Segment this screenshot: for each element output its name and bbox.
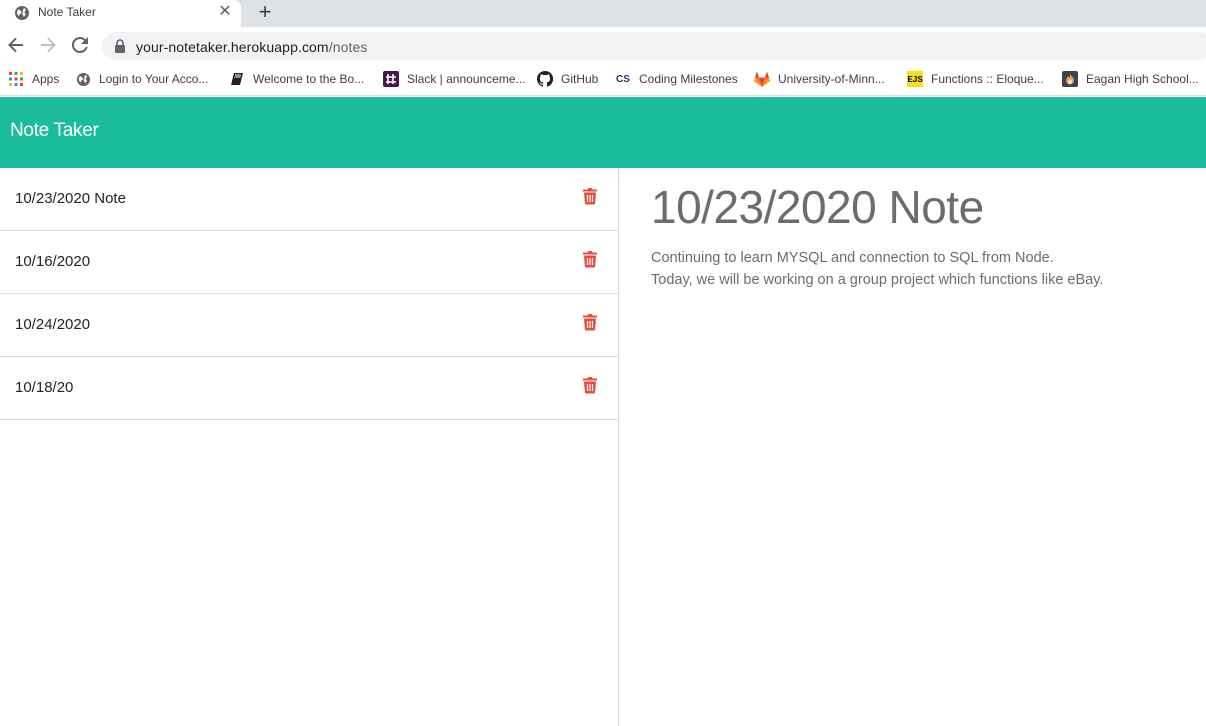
bookmark-label: Eagan High School... [1086, 72, 1199, 86]
trash-icon[interactable] [582, 313, 598, 331]
arrow-left-icon[interactable] [6, 35, 26, 55]
tab-title: Note Taker [38, 5, 96, 19]
url-host: your-notetaker.herokuapp.com [136, 39, 329, 55]
url-path: /notes [328, 39, 368, 55]
close-icon[interactable]: ✕ [216, 3, 234, 21]
browser-tab[interactable]: Note Taker ✕ [0, 0, 241, 27]
note-list-item[interactable]: 10/23/2020 Note [0, 168, 618, 231]
address-bar[interactable]: your-notetaker.herokuapp.com/notes [102, 32, 1206, 60]
note-list: 10/23/2020 Note 10/16/2020 10/24/2020 10… [0, 168, 619, 726]
ejs-icon: EJS [907, 71, 923, 87]
app-navbar: Note Taker [0, 97, 1206, 168]
trash-icon[interactable] [582, 187, 598, 205]
note-list-item-title: 10/24/2020 [15, 316, 91, 333]
slack-icon [383, 71, 399, 87]
bookmark-eagan-high[interactable]: Eagan High School... [1062, 70, 1199, 88]
cs-icon: CS [616, 73, 630, 85]
book-icon [229, 71, 245, 87]
github-icon [537, 71, 553, 87]
globe-icon [75, 71, 91, 87]
bookmark-label: Welcome to the Bo... [253, 72, 365, 86]
trash-icon[interactable] [582, 376, 598, 394]
note-list-item[interactable]: 10/18/20 [0, 357, 618, 420]
bookmark-label: Login to Your Acco... [99, 72, 209, 86]
bookmark-login[interactable]: Login to Your Acco... [75, 70, 208, 88]
bookmark-label: Slack | announceme... [407, 72, 526, 86]
flame-icon [1062, 71, 1078, 87]
bookmark-coding-milestones[interactable]: CS Coding Milestones [615, 70, 738, 88]
browser-toolbar: your-notetaker.herokuapp.com/notes [0, 27, 1206, 63]
app-brand[interactable]: Note Taker [10, 120, 99, 142]
bookmark-label: Coding Milestones [639, 72, 738, 86]
note-textarea[interactable]: Continuing to learn MYSQL and connection… [651, 247, 1191, 291]
note-list-item[interactable]: 10/24/2020 [0, 294, 618, 357]
tab-strip: Note Taker ✕ + [0, 0, 1206, 27]
note-title[interactable]: 10/23/2020 Note [651, 180, 984, 234]
trash-icon[interactable] [582, 250, 598, 268]
bookmark-label: GitHub [561, 72, 599, 86]
note-list-item[interactable]: 10/16/2020 [0, 231, 618, 294]
gitlab-icon [754, 71, 770, 87]
bookmark-slack[interactable]: Slack | announceme... [383, 70, 526, 88]
lock-icon[interactable] [114, 39, 126, 53]
apps-grid-icon [8, 71, 24, 87]
bookmark-label: Apps [32, 72, 60, 86]
note-list-item-title: 10/16/2020 [15, 253, 91, 270]
bookmark-label: Functions :: Eloque... [931, 72, 1044, 86]
bookmark-university[interactable]: University-of-Minn... [754, 70, 885, 88]
bookmark-github[interactable]: GitHub [537, 70, 598, 88]
bookmark-eloquent-js[interactable]: EJS Functions :: Eloque... [907, 70, 1044, 88]
note-list-item-title: 10/18/20 [15, 379, 74, 396]
plus-icon[interactable]: + [254, 1, 276, 23]
url-text: your-notetaker.herokuapp.com/notes [136, 39, 367, 55]
reload-icon[interactable] [70, 35, 90, 55]
arrow-right-icon[interactable] [38, 35, 58, 55]
bookmark-label: University-of-Minn... [778, 72, 885, 86]
bookmark-welcome[interactable]: Welcome to the Bo... [229, 70, 364, 88]
note-list-item-title: 10/23/2020 Note [15, 190, 126, 207]
globe-icon [14, 5, 30, 21]
bookmarks-bar: Apps Login to Your Acco... Welcome to th… [0, 63, 1206, 96]
bookmark-apps[interactable]: Apps [8, 70, 59, 88]
